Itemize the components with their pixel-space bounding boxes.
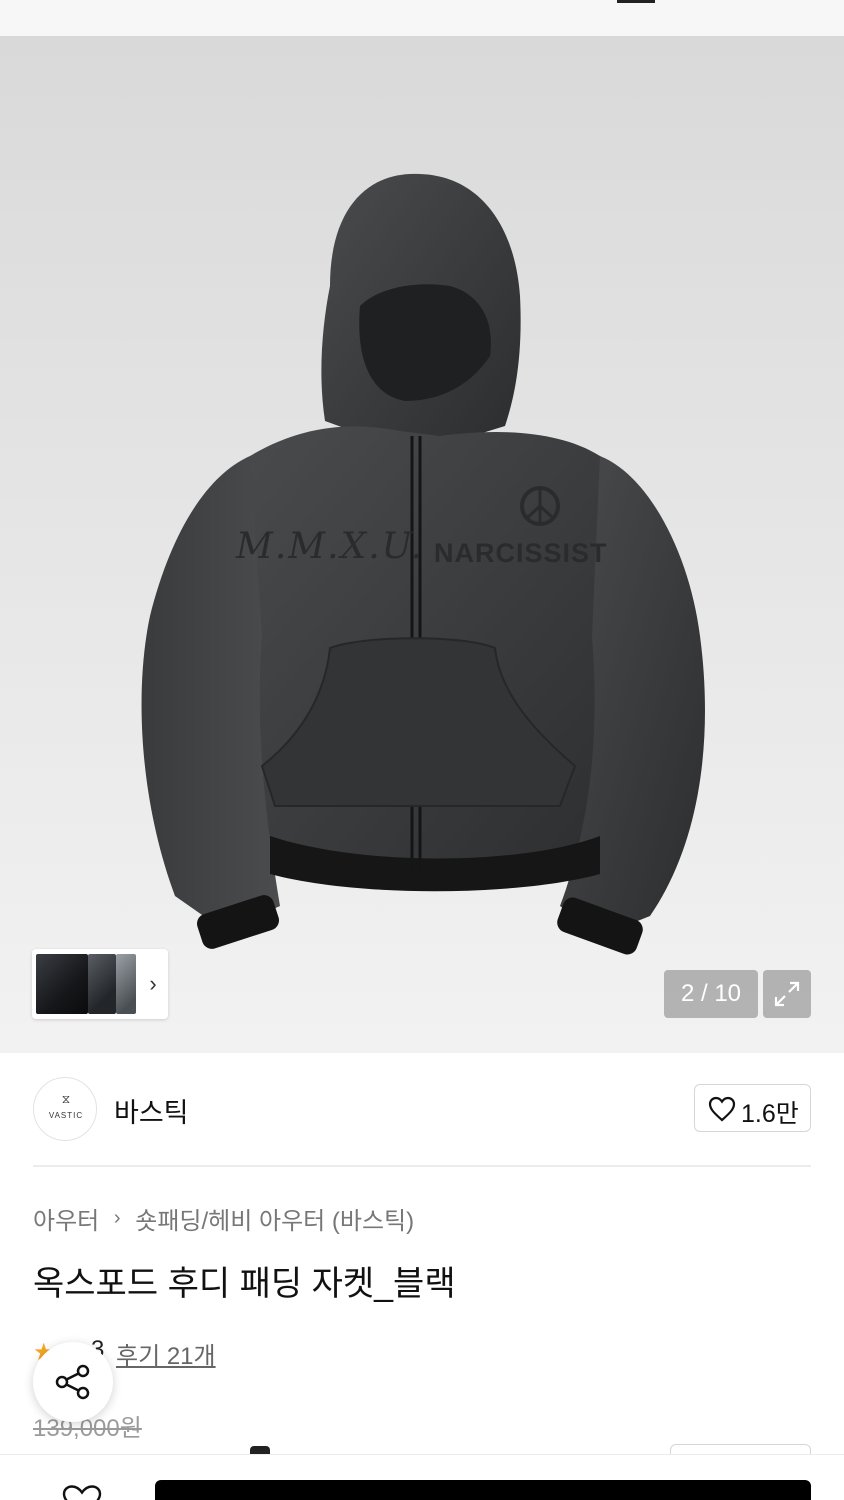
brand-logo[interactable]: ⧖ VASTIC (33, 1077, 97, 1141)
breadcrumb-subcategory[interactable]: 숏패딩/헤비 아우터 (바스틱) (135, 1201, 414, 1236)
thumbnail-image[interactable] (88, 954, 116, 1014)
breadcrumb: 아우터 › 숏패딩/헤비 아우터 (바스틱) (33, 1201, 414, 1236)
top-bar (0, 0, 844, 36)
review-link[interactable]: 후기 21개 (116, 1336, 216, 1371)
thumbnail-image[interactable] (116, 954, 136, 1014)
product-title: 옥스포드 후디 패딩 자켓_블랙 (33, 1265, 456, 1303)
jacket-print-right: NARCISSIST (434, 538, 608, 568)
jacket-print-left: M.M.X.U. (236, 526, 425, 567)
product-image-gallery[interactable]: M.M.X.U. NARCISSIST › 2 / 10 (0, 36, 844, 1050)
share-icon (55, 1364, 90, 1400)
like-count: 1.6만 (741, 1100, 799, 1128)
top-bar-indicator (617, 0, 655, 3)
share-button[interactable] (33, 1342, 113, 1422)
thumbnail-strip[interactable]: › (32, 949, 168, 1019)
divider (33, 1165, 811, 1167)
chevron-right-icon: › (113, 1207, 121, 1229)
bottom-action-bar (0, 1454, 844, 1500)
brand-logo-text: VASTIC (48, 1111, 84, 1120)
heart-icon[interactable] (60, 1485, 104, 1500)
brand-logo-mark: ⧖ (61, 1092, 71, 1106)
thumbnail-image[interactable] (36, 954, 88, 1014)
brand-name[interactable]: 바스틱 (114, 1091, 189, 1130)
breadcrumb-category[interactable]: 아우터 (33, 1201, 99, 1236)
brand-row: ⧖ VASTIC 바스틱 1.6만 (0, 1053, 844, 1165)
buy-button[interactable] (155, 1480, 811, 1500)
chevron-right-icon[interactable]: › (142, 971, 164, 997)
image-counter: 2 / 10 (664, 970, 758, 1018)
heart-icon (708, 1096, 736, 1122)
expand-icon (774, 981, 800, 1007)
brand-like-button[interactable]: 1.6만 (694, 1084, 811, 1132)
sale-price-peek (250, 1446, 270, 1454)
expand-button[interactable] (763, 970, 811, 1018)
